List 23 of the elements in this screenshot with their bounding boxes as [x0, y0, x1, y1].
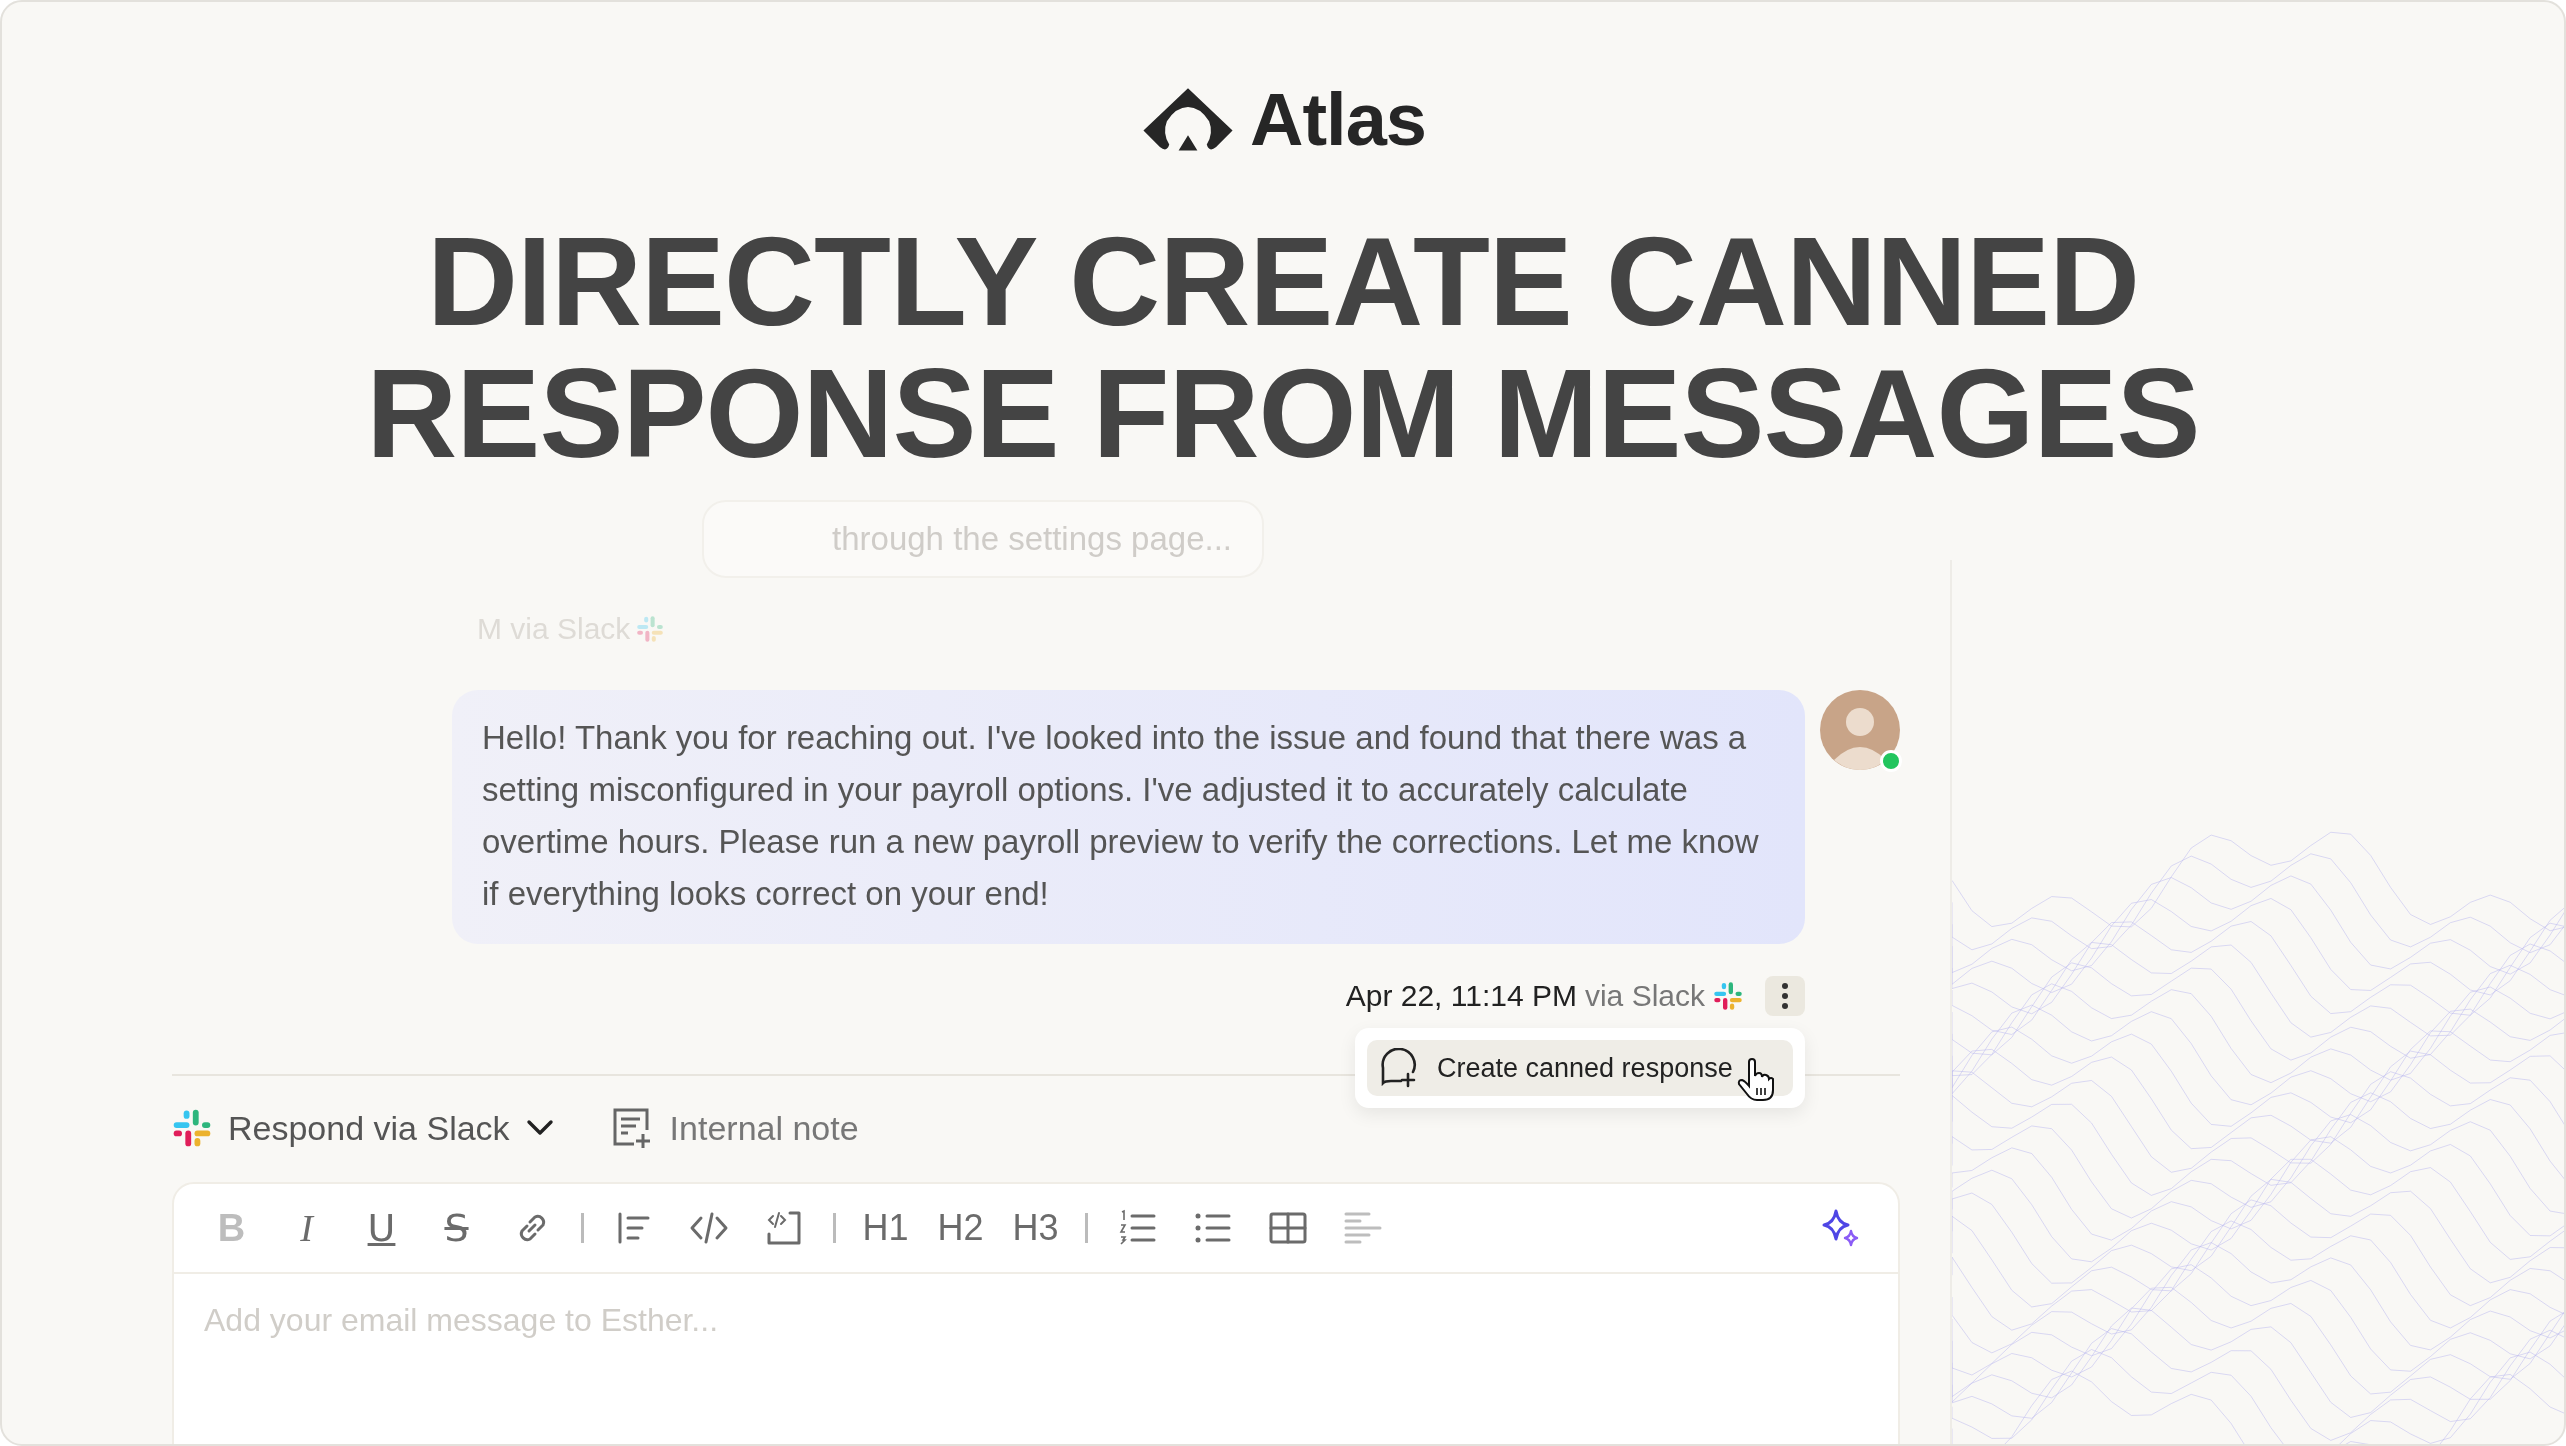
message-timestamp: Apr 22, 11:14 PM: [1345, 979, 1577, 1013]
message-channel: via Slack: [1584, 979, 1705, 1013]
more-icon: [1781, 982, 1789, 1010]
pointer-cursor-icon: [1737, 1058, 1775, 1102]
headline: RESPONSE FROM MESSAGES: [366, 348, 2200, 480]
headline: DIRECTLY CREATE CANNED: [427, 216, 2139, 348]
compose-mode-tab[interactable]: Respond via Slack: [172, 1102, 554, 1154]
italic-button[interactable]: I: [269, 1198, 344, 1258]
chevron-down-icon: [525, 1119, 554, 1137]
slack-logo-icon: [1713, 981, 1743, 1011]
heading-button[interactable]: H1: [848, 1198, 923, 1258]
heading-button[interactable]: H2: [923, 1198, 998, 1258]
heading-button[interactable]: H3: [998, 1198, 1073, 1258]
message-bubble: Hello! Thank you for reaching out. I've looked into the issue and found that there was a setting misconfigured in your payroll options. I've adjusted it to accurately calculate overtime hours. Please run a new payroll preview to verify the corrections. Let me know if everything looks correct on your end!: [452, 690, 1805, 944]
menu-item[interactable]: Create canned response: [1367, 1040, 1793, 1096]
underline-button[interactable]: U: [344, 1198, 419, 1258]
strike-button[interactable]: S: [419, 1198, 494, 1258]
slack-logo-icon: [172, 1108, 212, 1148]
brand-name: Atlas: [1250, 80, 1426, 160]
compose-mode-tab[interactable]: Internal note: [609, 1100, 859, 1156]
chat-plus-icon: [1379, 1048, 1419, 1088]
slack-logo-icon: [636, 615, 665, 643]
more-options-button[interactable]: [1765, 976, 1805, 1016]
